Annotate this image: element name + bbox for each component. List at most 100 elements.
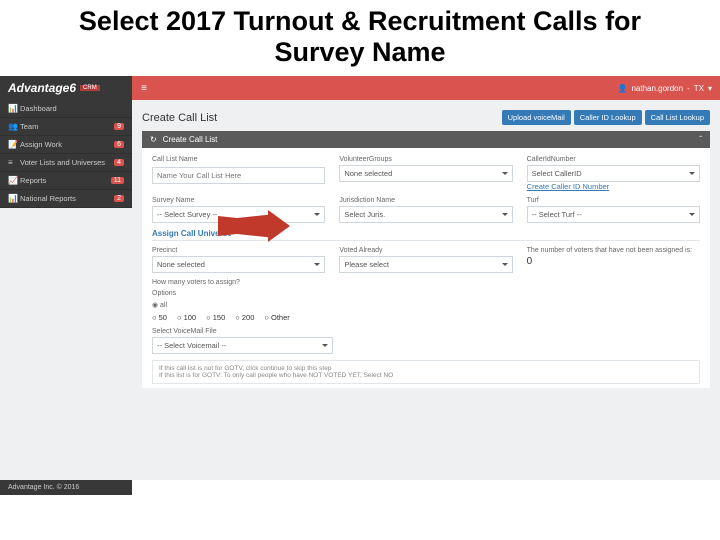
collapse-icon[interactable]: ˆ — [699, 135, 702, 144]
list-icon: ≡ — [8, 158, 20, 167]
badge: 11 — [111, 177, 124, 184]
sidebar-col: 📊Dashboard 👥Team9 📝Assign Work6 ≡Voter L… — [0, 100, 132, 480]
sidebar-item-reports[interactable]: 📈Reports11 — [0, 172, 132, 190]
chevron-down-icon — [502, 263, 508, 266]
survey-label: Survey Name — [152, 197, 325, 204]
brand-name: Advantage — [8, 81, 69, 95]
select-value: -- Select Survey -- — [157, 210, 217, 219]
select-value: -- Select Turf -- — [532, 210, 582, 219]
jurisdiction-select[interactable]: Select Juris. — [339, 206, 512, 223]
create-caller-id-link[interactable]: Create Caller ID Number — [527, 182, 700, 191]
brand-suffix: 6 — [69, 81, 76, 95]
national-icon: 📊 — [8, 194, 20, 203]
reports-icon: 📈 — [8, 176, 20, 185]
refresh-icon[interactable]: ↻ — [150, 135, 157, 144]
radio-50[interactable]: 50 — [152, 313, 167, 322]
caller-id-label: CallerIdNumber — [527, 156, 700, 163]
assign-icon: 📝 — [8, 140, 20, 149]
sidebar-item-voter-lists[interactable]: ≡Voter Lists and Universes4 — [0, 154, 132, 172]
turf-select[interactable]: -- Select Turf -- — [527, 206, 700, 223]
dashboard-icon: 📊 — [8, 104, 20, 113]
sidebar-item-label: Dashboard — [20, 104, 124, 113]
radio-200[interactable]: 200 — [235, 313, 254, 322]
sidebar-item-label: National Reports — [20, 194, 114, 203]
topbar: Advantage6 CRM ≡ 👤 nathan.gordon - TX ▾ — [0, 76, 720, 100]
call-list-name-label: Call List Name — [152, 156, 325, 163]
brand: Advantage6 CRM — [0, 76, 132, 100]
select-value: Select CallerID — [532, 169, 582, 178]
chevron-down-icon: ▾ — [708, 84, 712, 93]
main: Create Call List Upload voiceMail Caller… — [132, 100, 720, 480]
chevron-down-icon — [689, 213, 695, 216]
how-many-label: How many voters to assign? — [152, 279, 700, 286]
radio-other[interactable]: Other — [264, 313, 289, 322]
info-line-1: If this call list is not for GOTV, click… — [159, 365, 693, 372]
volunteer-select[interactable]: None selected — [339, 165, 512, 182]
info-box: If this call list is not for GOTV, click… — [152, 360, 700, 384]
panel-body: Call List Name VolunteerGroups None sele… — [142, 148, 710, 388]
chevron-down-icon — [502, 172, 508, 175]
voted-select[interactable]: Please select — [339, 256, 512, 273]
sidebar-item-label: Assign Work — [20, 140, 114, 149]
all-toggle[interactable]: ◉ all — [152, 301, 700, 309]
upload-voicemail-button[interactable]: Upload voiceMail — [502, 110, 571, 125]
chevron-down-icon — [322, 344, 328, 347]
chevron-down-icon — [314, 263, 320, 266]
options-label: Options — [152, 290, 700, 297]
precinct-select[interactable]: None selected — [152, 256, 325, 273]
turf-label: Turf — [527, 197, 700, 204]
radio-100[interactable]: 100 — [177, 313, 196, 322]
sidebar-item-dashboard[interactable]: 📊Dashboard — [0, 100, 132, 118]
slide-title: Select 2017 Turnout & Recruitment Calls … — [0, 0, 720, 76]
jurisdiction-label: Jurisdiction Name — [339, 197, 512, 204]
voted-label: Voted Already — [339, 247, 512, 254]
badge: 6 — [114, 141, 124, 148]
user-sep: - — [687, 84, 690, 93]
radio-150[interactable]: 150 — [206, 313, 225, 322]
badge: 4 — [114, 159, 124, 166]
page-title: Create Call List — [142, 112, 217, 124]
caller-id-lookup-button[interactable]: Caller ID Lookup — [574, 110, 642, 125]
voicemail-label: Select VoiceMail File — [152, 328, 700, 335]
call-list-lookup-button[interactable]: Call List Lookup — [645, 110, 710, 125]
remaining-value: 0 — [527, 256, 700, 267]
chevron-down-icon — [502, 213, 508, 216]
select-value: None selected — [344, 169, 392, 178]
call-list-name-input[interactable] — [152, 167, 325, 184]
panel-header: ↻ Create Call List ˆ — [142, 131, 710, 148]
panel-title: Create Call List — [163, 135, 218, 144]
sidebar-item-national-reports[interactable]: 📊National Reports2 — [0, 190, 132, 208]
brand-tag: CRM — [80, 85, 100, 91]
sidebar-item-label: Voter Lists and Universes — [20, 158, 114, 167]
user-menu[interactable]: 👤 nathan.gordon - TX ▾ — [618, 84, 720, 93]
app-screenshot: Advantage6 CRM ≡ 👤 nathan.gordon - TX ▾ … — [0, 76, 720, 495]
select-value: -- Select Voicemail -- — [157, 341, 226, 350]
badge: 9 — [114, 123, 124, 130]
voicemail-select[interactable]: -- Select Voicemail -- — [152, 337, 333, 354]
quantity-radios: 50 100 150 200 Other — [152, 313, 700, 322]
select-value: Select Juris. — [344, 210, 385, 219]
hamburger-icon[interactable]: ≡ — [132, 83, 156, 94]
user-name: nathan.gordon — [631, 84, 683, 93]
caller-id-select[interactable]: Select CallerID — [527, 165, 700, 182]
sidebar-item-team[interactable]: 👥Team9 — [0, 118, 132, 136]
team-icon: 👥 — [8, 122, 20, 131]
user-region: TX — [694, 84, 704, 93]
footer: Advantage Inc. © 2016 — [0, 480, 132, 495]
select-value: Please select — [344, 260, 389, 269]
sidebar-item-label: Reports — [20, 176, 111, 185]
assign-section-title: Assign Call Universe — [152, 229, 700, 241]
chevron-down-icon — [314, 213, 320, 216]
chevron-down-icon — [689, 172, 695, 175]
sidebar-item-assign-work[interactable]: 📝Assign Work6 — [0, 136, 132, 154]
info-line-2: If this list is for GOTV: To only call p… — [159, 372, 693, 379]
volunteer-label: VolunteerGroups — [339, 156, 512, 163]
user-icon: 👤 — [618, 84, 628, 93]
survey-select[interactable]: -- Select Survey -- — [152, 206, 325, 223]
sidebar-item-label: Team — [20, 122, 114, 131]
select-value: None selected — [157, 260, 205, 269]
badge: 2 — [114, 195, 124, 202]
remaining-label: The number of voters that have not been … — [527, 247, 700, 254]
sidebar: 📊Dashboard 👥Team9 📝Assign Work6 ≡Voter L… — [0, 100, 132, 208]
precinct-label: Precinct — [152, 247, 325, 254]
